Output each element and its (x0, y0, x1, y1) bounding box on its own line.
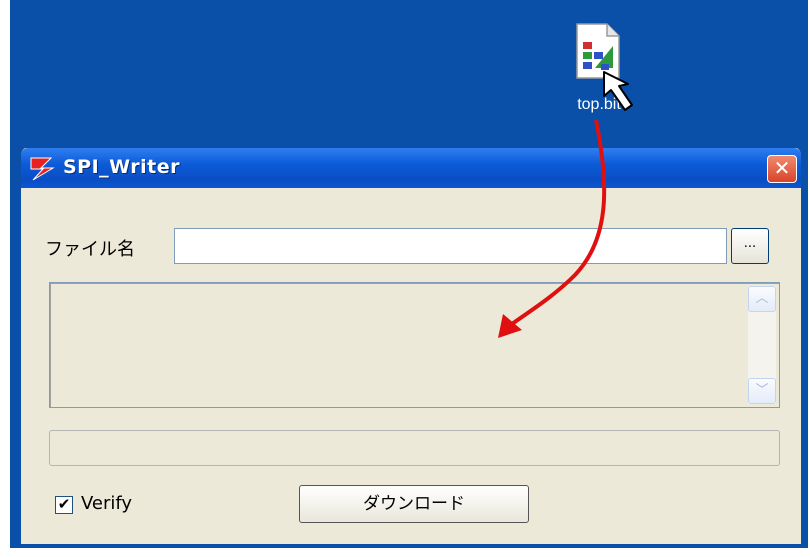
vertical-scrollbar[interactable]: ︿ ﹀ (748, 286, 776, 404)
file-name-label: ファイル名 (45, 239, 135, 260)
download-button[interactable]: ダウンロード (299, 485, 529, 523)
scroll-up-button[interactable]: ︿ (748, 286, 776, 312)
close-button[interactable]: ✕ (767, 155, 797, 183)
file-name-input[interactable] (174, 228, 727, 264)
title-bar[interactable]: SPI_Writer ✕ (21, 148, 801, 188)
spi-writer-window: SPI_Writer ✕ ファイル名 ... ︿ ﹀ ✔ Verify ダウンロ… (18, 148, 804, 547)
chevron-down-icon: ﹀ (755, 383, 769, 398)
log-textarea[interactable]: ︿ ﹀ (49, 282, 780, 408)
chevron-up-icon: ︿ (755, 291, 769, 306)
app-logo-icon (29, 156, 57, 182)
browse-button[interactable]: ... (731, 228, 769, 264)
verify-checkbox[interactable]: ✔ (55, 496, 73, 514)
window-title: SPI_Writer (63, 156, 181, 178)
mouse-cursor-icon (600, 68, 650, 118)
verify-label[interactable]: Verify (81, 493, 132, 514)
checkmark-icon: ✔ (57, 495, 71, 513)
progress-bar (49, 430, 780, 466)
scroll-down-button[interactable]: ﹀ (748, 378, 776, 404)
close-icon: ✕ (773, 156, 791, 180)
